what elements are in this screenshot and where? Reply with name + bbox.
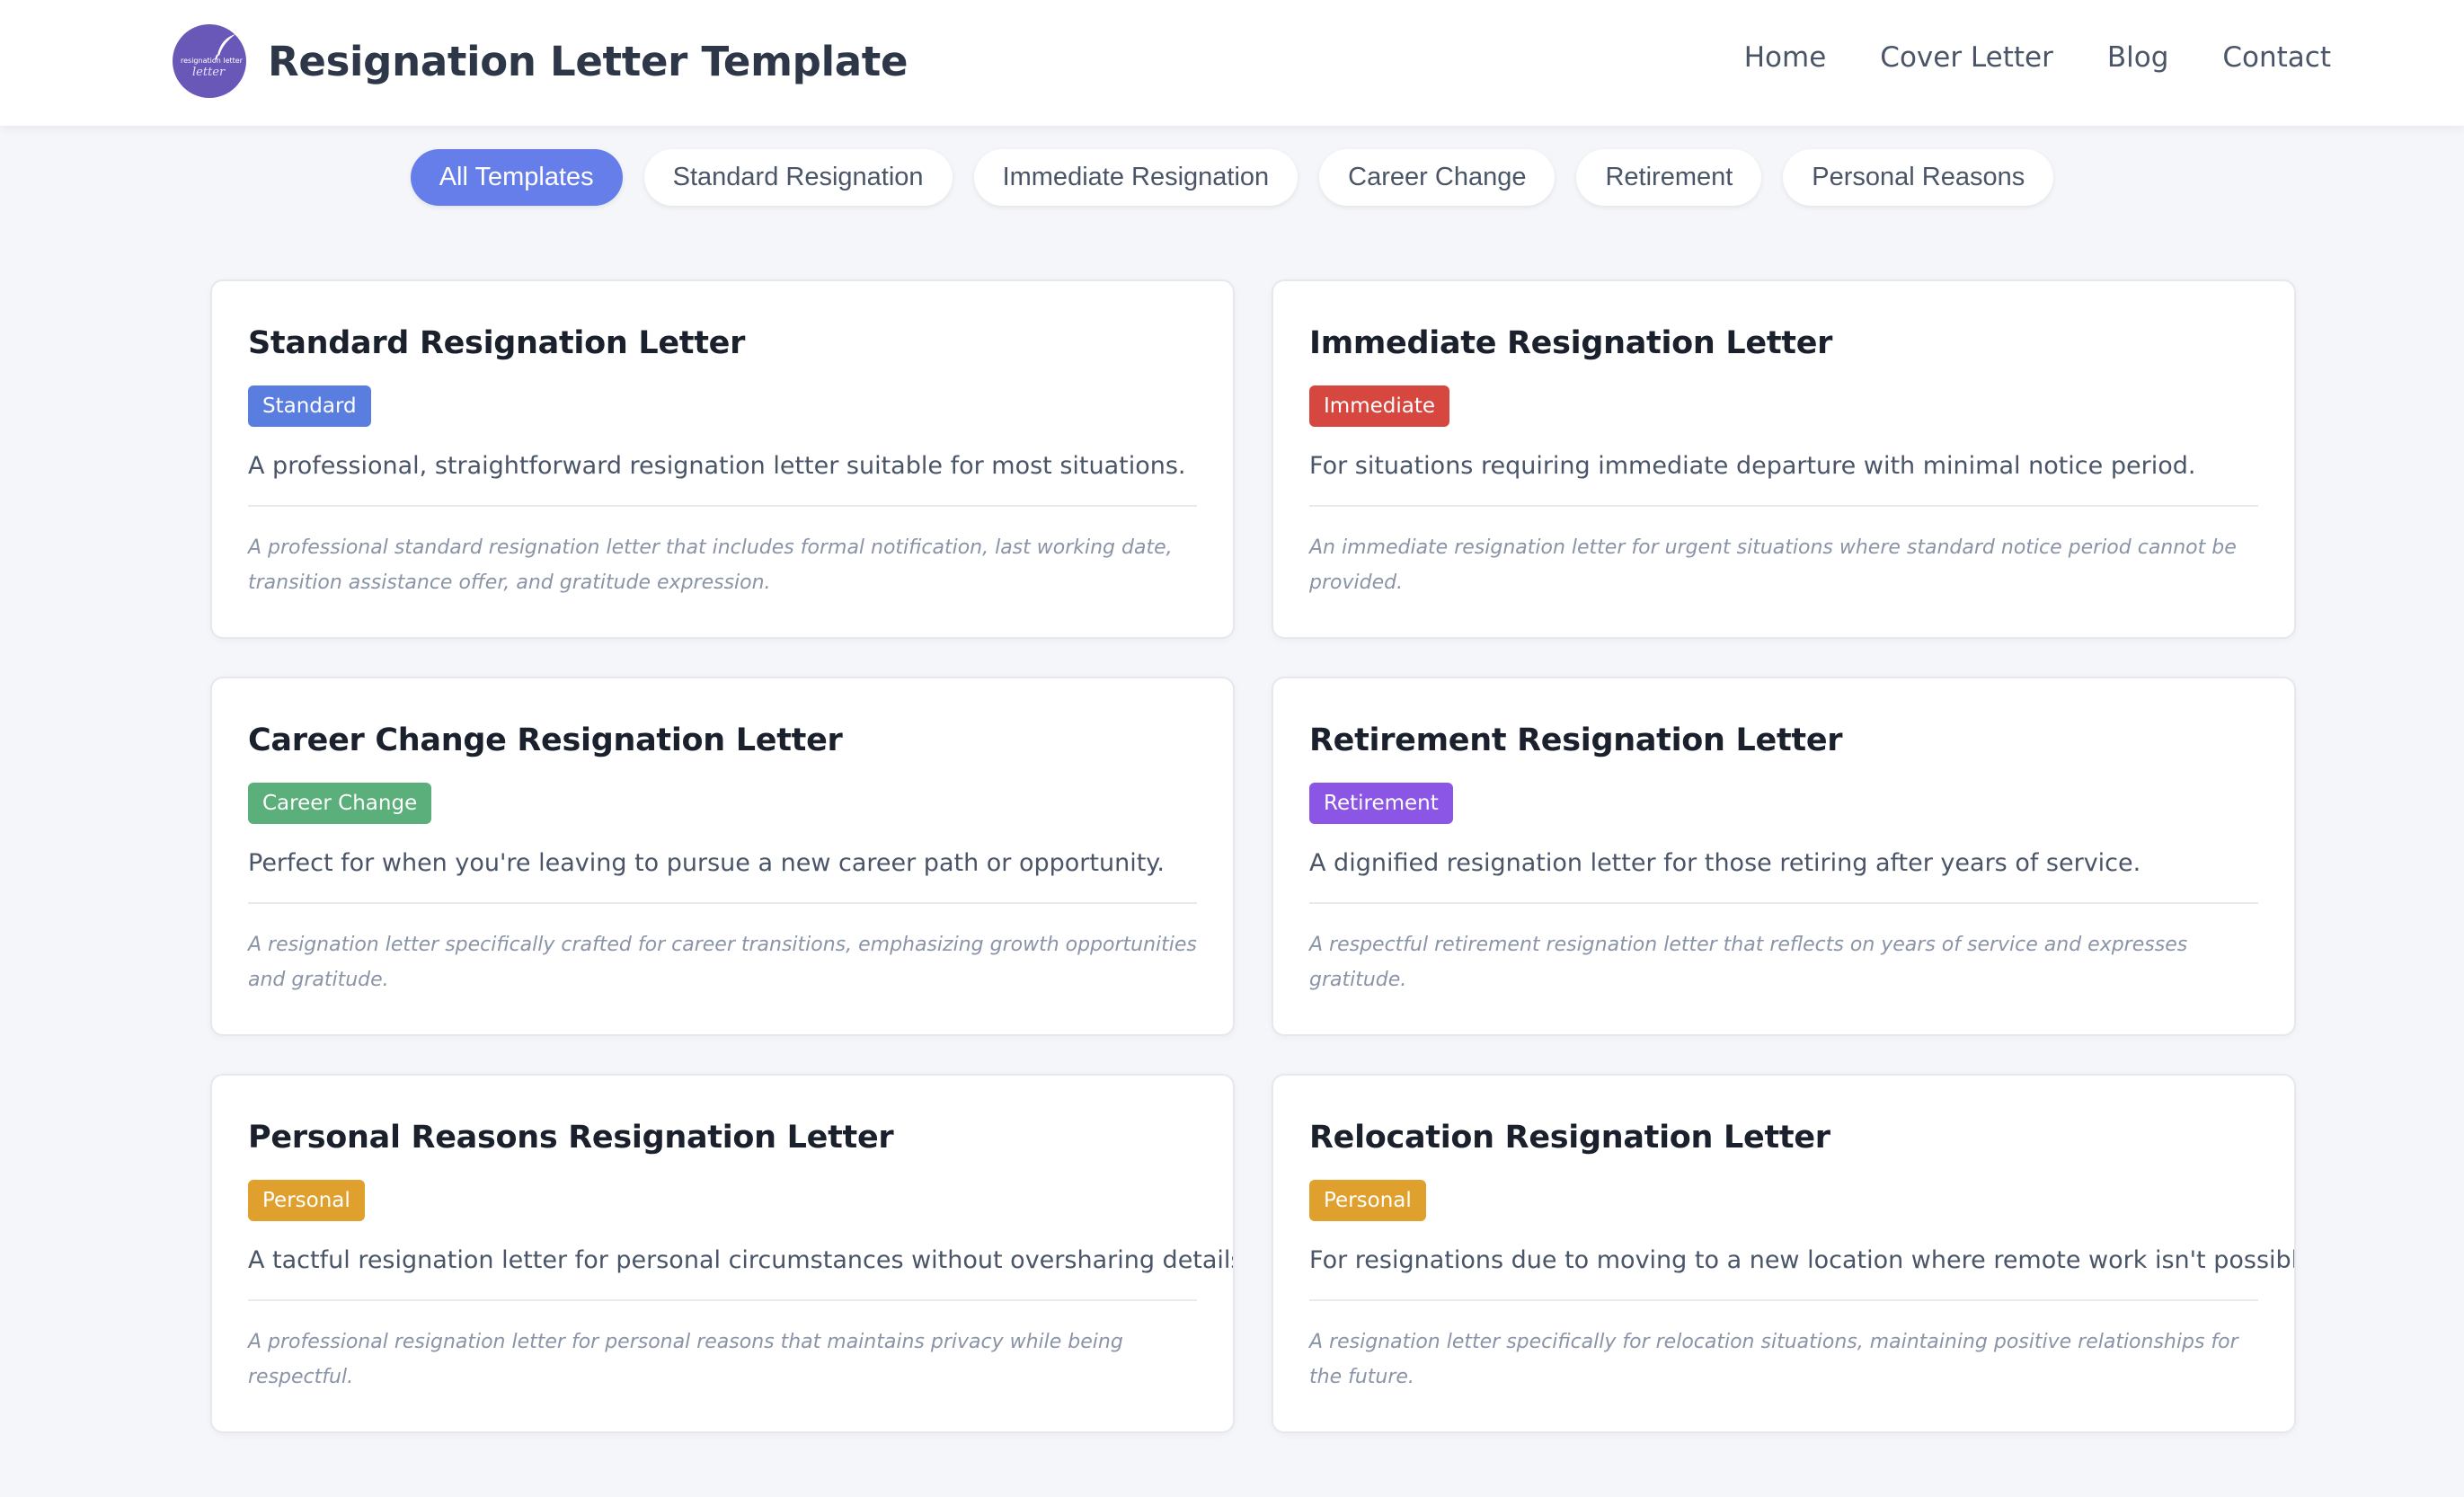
template-grid: Standard Resignation Letter Standard A p… — [210, 279, 2296, 1433]
category-badge: Standard — [248, 385, 371, 427]
card-title: Retirement Resignation Letter — [1309, 722, 1843, 758]
card-preview-note: A resignation letter specifically crafte… — [248, 934, 1197, 992]
card-title: Immediate Resignation Letter — [1309, 325, 1833, 361]
nav-link-blog[interactable]: Blog — [2107, 41, 2169, 74]
card-description: A tactful resignation letter for persona… — [248, 1245, 1233, 1302]
filter-personal-reasons[interactable]: Personal Reasons — [1783, 149, 2054, 206]
nav-link-cover-letter[interactable]: Cover Letter — [1880, 41, 2053, 74]
card-preview-note: A respectful retirement resignation lett… — [1309, 934, 2188, 992]
filter-career-change[interactable]: Career Change — [1319, 149, 1556, 206]
brand[interactable]: resignation letter letter Resignation Le… — [173, 24, 908, 98]
filter-immediate-resignation[interactable]: Immediate Resignation — [973, 149, 1298, 206]
card-title: Relocation Resignation Letter — [1309, 1120, 1830, 1156]
card-preview-note: A professional standard resignation lett… — [248, 536, 1173, 595]
nav-link-home[interactable]: Home — [1744, 41, 1827, 74]
category-badge: Personal — [1309, 1180, 1426, 1221]
card-description: A dignified resignation letter for those… — [1309, 847, 2258, 905]
category-badge: Personal — [248, 1180, 365, 1221]
category-badge: Immediate — [1309, 385, 1449, 427]
site-title[interactable]: Resignation Letter Template — [268, 38, 908, 85]
template-card-personal-reasons[interactable]: Personal Reasons Resignation Letter Pers… — [210, 1074, 1235, 1433]
card-description: For resignations due to moving to a new … — [1309, 1245, 2294, 1302]
template-card-career-change[interactable]: Career Change Resignation Letter Career … — [210, 677, 1235, 1036]
category-badge: Retirement — [1309, 783, 1453, 824]
template-card-relocation[interactable]: Relocation Resignation Letter Personal F… — [1272, 1074, 2296, 1433]
main-nav: Home Cover Letter Blog Contact — [1744, 41, 2331, 74]
template-card-standard[interactable]: Standard Resignation Letter Standard A p… — [210, 279, 1235, 639]
template-card-immediate[interactable]: Immediate Resignation Letter Immediate F… — [1272, 279, 2296, 639]
card-title: Standard Resignation Letter — [248, 325, 746, 361]
site-header: resignation letter letter Resignation Le… — [0, 0, 2464, 126]
category-badge: Career Change — [248, 783, 432, 824]
template-filters: All Templates Standard Resignation Immed… — [0, 149, 2464, 206]
card-preview-note: An immediate resignation letter for urge… — [1309, 536, 2237, 595]
card-description: For situations requiring immediate depar… — [1309, 450, 2258, 508]
card-description: A professional, straightforward resignat… — [248, 450, 1197, 508]
logo[interactable]: resignation letter letter — [173, 24, 246, 98]
card-title: Career Change Resignation Letter — [248, 722, 843, 758]
template-card-retirement[interactable]: Retirement Resignation Letter Retirement… — [1272, 677, 2296, 1036]
card-preview-note: A professional resignation letter for pe… — [248, 1331, 1123, 1389]
card-preview-note: A resignation letter specifically for re… — [1309, 1331, 2238, 1389]
filter-all-templates[interactable]: All Templates — [410, 149, 623, 206]
card-description: Perfect for when you're leaving to pursu… — [248, 847, 1197, 905]
quill-icon — [215, 34, 235, 60]
filter-standard-resignation[interactable]: Standard Resignation — [643, 149, 953, 206]
logo-text-script: letter — [192, 66, 226, 79]
card-title: Personal Reasons Resignation Letter — [248, 1120, 894, 1156]
filter-retirement[interactable]: Retirement — [1576, 149, 1762, 206]
nav-link-contact[interactable]: Contact — [2222, 41, 2331, 74]
